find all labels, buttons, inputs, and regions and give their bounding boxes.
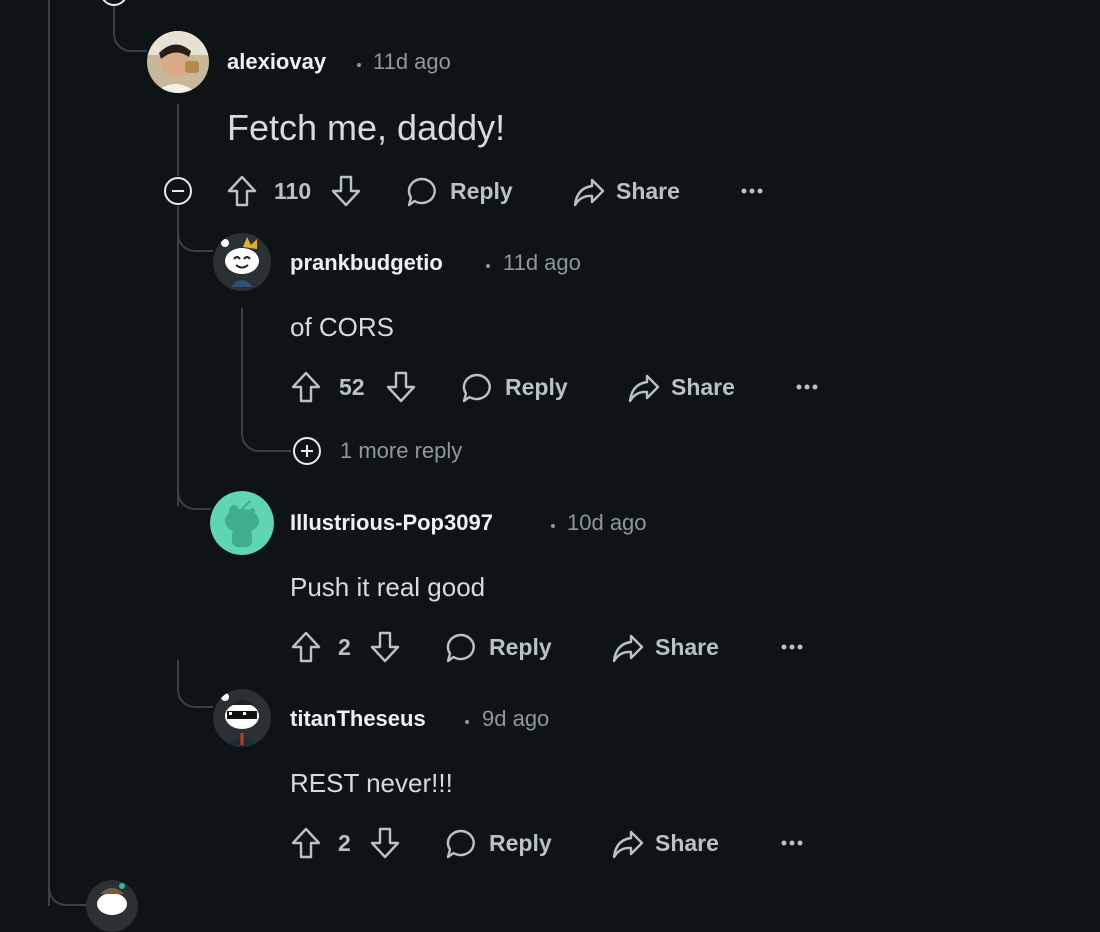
reply-bubble-icon[interactable] xyxy=(445,828,477,860)
vote-score: 52 xyxy=(339,374,365,400)
separator-dot xyxy=(465,720,469,724)
share-button[interactable]: Share xyxy=(655,634,719,661)
reply-button[interactable]: Reply xyxy=(450,178,513,205)
downvote-icon[interactable] xyxy=(385,370,417,404)
comment-timestamp[interactable]: 9d ago xyxy=(482,706,549,732)
share-arrow-icon[interactable] xyxy=(572,176,606,208)
downvote-icon[interactable] xyxy=(369,630,401,664)
thread-connector xyxy=(177,660,213,708)
comment-author[interactable]: titanTheseus xyxy=(290,706,426,732)
avatar[interactable] xyxy=(210,491,274,555)
reply-button[interactable]: Reply xyxy=(505,374,568,401)
upvote-icon[interactable] xyxy=(290,370,322,404)
thread-connector xyxy=(113,0,147,52)
comment-timestamp[interactable]: 10d ago xyxy=(567,510,647,536)
reply-bubble-icon[interactable] xyxy=(445,632,477,664)
share-arrow-icon[interactable] xyxy=(627,372,661,404)
upvote-icon[interactable] xyxy=(226,174,258,208)
separator-dot xyxy=(551,524,555,528)
upvote-icon[interactable] xyxy=(290,826,322,860)
reply-button[interactable]: Reply xyxy=(489,830,552,857)
upvote-icon[interactable] xyxy=(290,630,322,664)
separator-dot xyxy=(357,63,361,67)
vote-score: 110 xyxy=(274,178,312,204)
collapse-icon[interactable] xyxy=(164,177,192,205)
thread-line-c1[interactable] xyxy=(177,104,179,176)
downvote-icon[interactable] xyxy=(330,174,362,208)
comment-author[interactable]: Illustrious-Pop3097 xyxy=(290,510,493,536)
share-arrow-icon[interactable] xyxy=(611,632,645,664)
reply-bubble-icon[interactable] xyxy=(461,372,493,404)
comment-body: Push it real good xyxy=(290,572,486,602)
thread-connector xyxy=(177,460,211,510)
separator-dot xyxy=(486,264,490,268)
reply-bubble-icon[interactable] xyxy=(406,176,438,208)
comment-author[interactable]: prankbudgetio xyxy=(290,250,443,276)
comment-timestamp[interactable]: 11d ago xyxy=(503,250,581,276)
more-dots-icon[interactable] xyxy=(740,186,764,196)
vote-score: 2 xyxy=(338,634,351,660)
more-dots-icon[interactable] xyxy=(795,382,819,392)
share-button[interactable]: Share xyxy=(655,830,719,857)
expand-icon[interactable] xyxy=(293,437,321,465)
more-dots-icon[interactable] xyxy=(780,642,804,652)
downvote-icon[interactable] xyxy=(369,826,401,860)
share-arrow-icon[interactable] xyxy=(611,828,645,860)
avatar[interactable] xyxy=(213,689,271,747)
avatar[interactable] xyxy=(86,880,138,932)
share-button[interactable]: Share xyxy=(616,178,680,205)
avatar[interactable] xyxy=(213,233,271,291)
thread-connector xyxy=(177,206,213,252)
thread-connector xyxy=(241,308,291,452)
comment-body: Fetch me, daddy! xyxy=(227,107,506,148)
comment-timestamp[interactable]: 11d ago xyxy=(373,49,451,75)
comment-body: of CORS xyxy=(290,312,395,342)
reply-button[interactable]: Reply xyxy=(489,634,552,661)
comment-author[interactable]: alexiovay xyxy=(227,49,326,75)
avatar[interactable] xyxy=(147,31,209,93)
thread-line-root[interactable] xyxy=(48,0,50,906)
share-button[interactable]: Share xyxy=(671,374,735,401)
vote-score: 2 xyxy=(338,830,351,856)
more-replies-link[interactable]: 1 more reply xyxy=(340,438,462,464)
more-dots-icon[interactable] xyxy=(780,838,804,848)
comment-body: REST never!!! xyxy=(290,768,453,798)
